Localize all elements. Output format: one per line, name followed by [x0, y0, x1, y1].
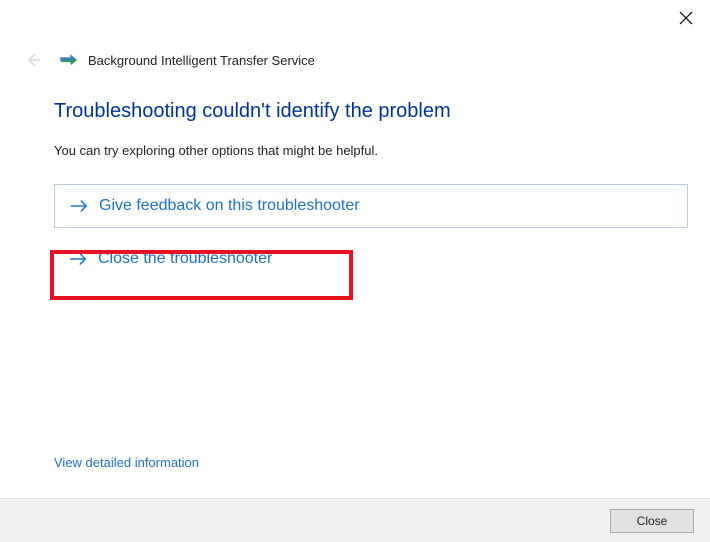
content-area: Troubleshooting couldn't identify the pr… — [54, 100, 688, 280]
option-label: Give feedback on this troubleshooter — [99, 197, 360, 215]
close-button[interactable]: Close — [610, 509, 694, 533]
view-detailed-info-link[interactable]: View detailed information — [54, 455, 199, 470]
option-close-troubleshooter[interactable]: Close the troubleshooter — [54, 238, 688, 280]
back-arrow-icon — [24, 51, 42, 69]
title-bar — [0, 0, 710, 32]
dialog-footer: Close — [0, 498, 710, 542]
option-label: Close the troubleshooter — [98, 250, 272, 268]
option-give-feedback[interactable]: Give feedback on this troubleshooter — [54, 184, 688, 228]
close-icon — [679, 11, 693, 25]
arrow-right-icon — [68, 251, 88, 267]
header-title: Background Intelligent Transfer Service — [88, 53, 315, 68]
transfer-icon — [60, 53, 78, 67]
page-subtext: You can try exploring other options that… — [54, 143, 688, 158]
window-close-button[interactable] — [676, 8, 696, 28]
arrow-right-icon — [69, 198, 89, 214]
wizard-header: Background Intelligent Transfer Service — [0, 44, 710, 76]
page-heading: Troubleshooting couldn't identify the pr… — [54, 100, 688, 123]
